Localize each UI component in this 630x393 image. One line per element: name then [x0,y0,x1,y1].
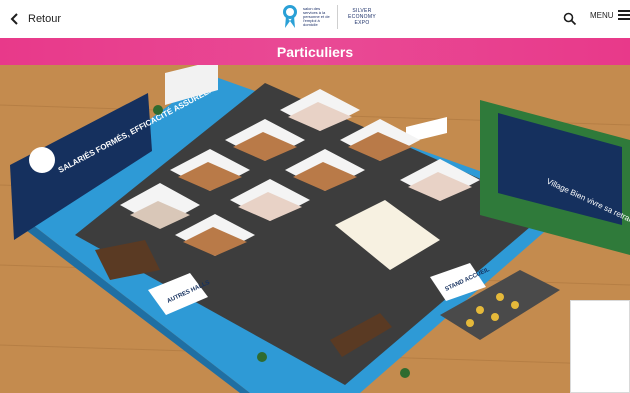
back-button[interactable]: Retour [10,10,61,28]
back-label: Retour [28,13,62,25]
top-bar: Retour salon des services à la personne … [0,0,630,39]
menu-button[interactable]: MENU [590,10,630,20]
logo: salon des services à la personne et de l… [283,5,380,29]
section-banner: Particuliers [0,38,630,65]
plant [400,368,410,378]
ribbon-icon [283,5,297,28]
logo-expo-text: SILVER ECONOMY EXPO [348,8,376,26]
logo-lab-text: salon des services à la personne et de l… [303,6,330,27]
search-icon[interactable] [563,12,577,26]
plant [153,105,163,115]
menu-label: MENU [590,10,614,20]
logo-divider [337,5,338,29]
exhibition-hall-map[interactable]: SALARIÉS FORMÉS, EFFICACITÉ ASSURÉE. Vil… [0,65,630,393]
chevron-left-icon [10,13,18,25]
section-title: Particuliers [276,43,354,60]
side-panel [570,300,630,393]
hamburger-icon [617,10,630,20]
plant [257,352,267,362]
